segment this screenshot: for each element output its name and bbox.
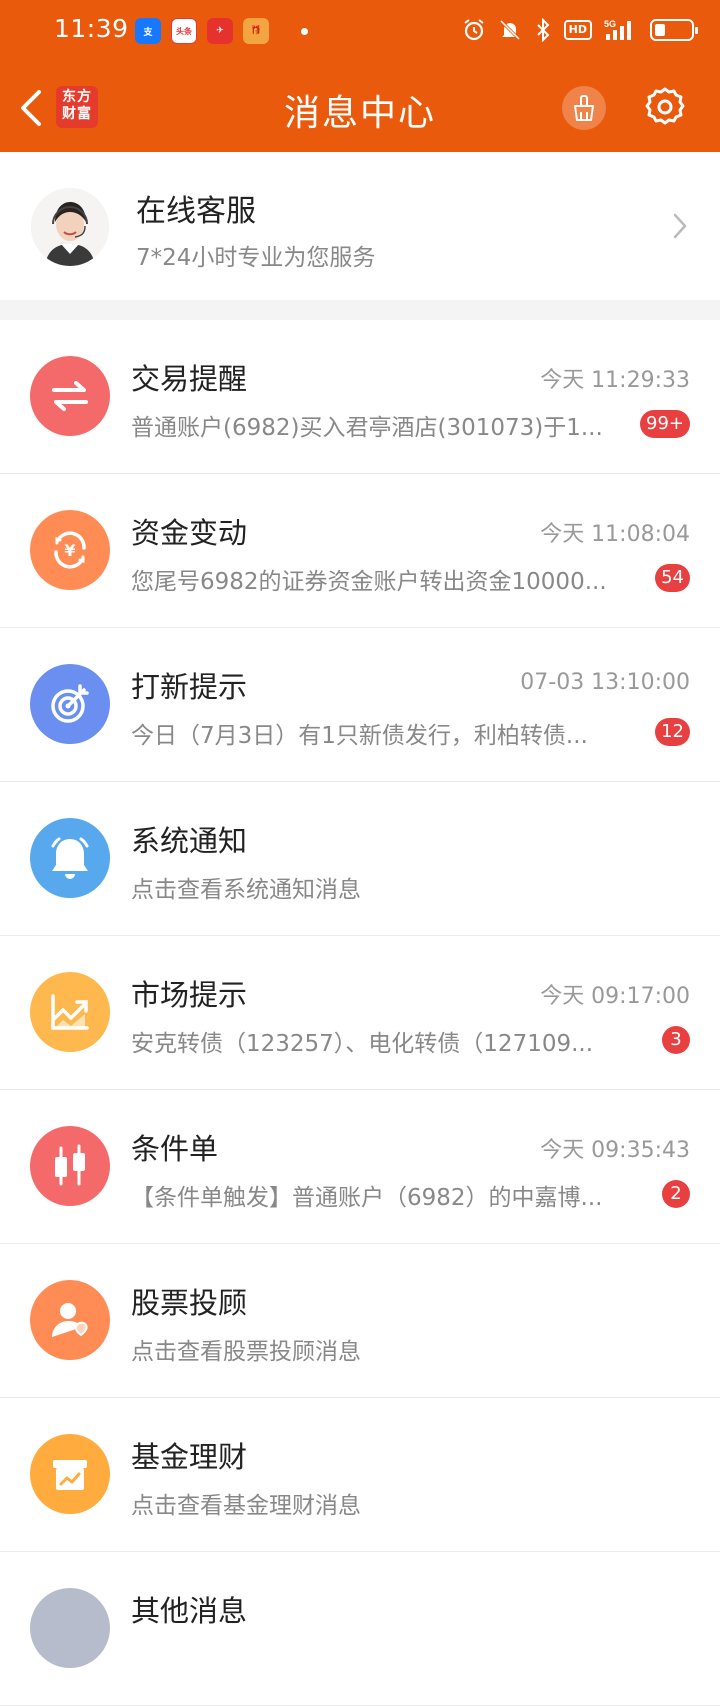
message-title: 股票投顾 [131, 1286, 248, 1320]
candlestick-icon [30, 1126, 110, 1206]
exchange-arrows-icon [30, 356, 110, 436]
signal-5g-icon: 5G [604, 19, 631, 40]
message-item-fund-finance[interactable]: 基金理财 点击查看基金理财消息 [0, 1398, 720, 1552]
customer-service-subtitle: 7*24小时专业为您服务 [136, 245, 376, 271]
message-preview: 安克转债（123257）、电化转债（127109... [131, 1031, 594, 1057]
other-icon [30, 1588, 110, 1668]
message-item-fund-change[interactable]: ¥ 资金变动 今天 11:08:04 您尾号6982的证券资金账户转出资金100… [0, 474, 720, 628]
settings-button[interactable] [642, 84, 688, 130]
message-preview: 您尾号6982的证券资金账户转出资金10000... [131, 569, 607, 595]
message-title: 其他消息 [131, 1594, 248, 1628]
message-time: 今天 11:08:04 [540, 522, 690, 547]
advisor-icon [30, 1280, 110, 1360]
status-bar: 11:39 支 头条 ✈ 🎁 HD 5G [0, 0, 720, 64]
unread-badge: 3 [662, 1026, 690, 1054]
chevron-right-icon [673, 213, 687, 239]
svg-text:5G: 5G [604, 19, 616, 29]
message-title: 打新提示 [131, 670, 248, 704]
page-title-wrap: 消息中心 [0, 84, 720, 136]
broom-icon [574, 95, 594, 121]
gear-icon [645, 87, 685, 125]
message-item-ipo-alert[interactable]: 打新提示 07-03 13:10:00 今日（7月3日）有1只新债发行，利柏转债… [0, 628, 720, 782]
message-item-market-alert[interactable]: 市场提示 今天 09:17:00 安克转债（123257）、电化转债（12710… [0, 936, 720, 1090]
notification-icons: 支 头条 ✈ 🎁 [135, 18, 308, 44]
battery-icon [650, 19, 698, 41]
customer-service-row[interactable]: 在线客服 7*24小时专业为您服务 [0, 152, 720, 300]
message-item-system-notice[interactable]: 系统通知 点击查看系统通知消息 [0, 782, 720, 936]
svg-text:¥: ¥ [64, 541, 75, 560]
status-time: 11:39 [54, 14, 129, 43]
message-preview: 【条件单触发】普通账户（6982）的中嘉博... [131, 1185, 603, 1211]
message-preview: 点击查看基金理财消息 [131, 1493, 361, 1519]
title-bar: 东方 财富 消息中心 [0, 64, 720, 152]
app-notification-icon: ✈ [207, 18, 233, 44]
message-title: 条件单 [131, 1132, 219, 1166]
unread-badge: 2 [662, 1180, 690, 1208]
message-preview: 普通账户(6982)买入君亭酒店(301073)于1... [131, 415, 603, 441]
message-time: 今天 09:35:43 [540, 1138, 690, 1163]
message-item-trade-alert[interactable]: 交易提醒 今天 11:29:33 普通账户(6982)买入君亭酒店(301073… [0, 320, 720, 474]
unread-badge: 99+ [640, 410, 690, 438]
message-title: 系统通知 [131, 824, 248, 858]
unread-badge: 54 [655, 564, 690, 592]
alipay-notification-icon: 支 [135, 18, 161, 44]
fund-box-icon [30, 1434, 110, 1514]
message-item-conditional-order[interactable]: 条件单 今天 09:35:43 【条件单触发】普通账户（6982）的中嘉博...… [0, 1090, 720, 1244]
customer-service-avatar [31, 188, 109, 266]
message-title: 资金变动 [131, 516, 248, 550]
message-title: 交易提醒 [131, 362, 248, 396]
message-preview: 点击查看股票投顾消息 [131, 1339, 361, 1365]
message-list: 交易提醒 今天 11:29:33 普通账户(6982)买入君亭酒店(301073… [0, 320, 720, 1706]
section-divider [0, 300, 720, 320]
customer-service-name: 在线客服 [136, 194, 256, 229]
message-time: 今天 11:29:33 [540, 368, 690, 393]
more-notifications-icon [301, 27, 308, 35]
toutiao-notification-icon: 头条 [171, 18, 197, 44]
yuan-refresh-icon: ¥ [30, 510, 110, 590]
message-title: 基金理财 [131, 1440, 248, 1474]
app-header: 11:39 支 头条 ✈ 🎁 HD 5G 东方 财富 消息中心 [0, 0, 720, 152]
alarm-icon [464, 19, 484, 41]
trend-chart-icon [30, 972, 110, 1052]
message-time: 今天 09:17:00 [540, 984, 690, 1009]
page-title: 消息中心 [283, 93, 436, 134]
message-preview: 点击查看系统通知消息 [131, 877, 361, 903]
clear-messages-button[interactable] [562, 86, 606, 130]
message-title: 市场提示 [131, 978, 248, 1012]
message-preview: 今日（7月3日）有1只新债发行，利柏转债... [131, 723, 588, 749]
mute-bell-icon [499, 19, 520, 41]
message-item-stock-advisor[interactable]: 股票投顾 点击查看股票投顾消息 [0, 1244, 720, 1398]
system-icons: HD 5G [462, 18, 698, 42]
message-item-other[interactable]: 其他消息 [0, 1552, 720, 1706]
hd-icon: HD [563, 20, 592, 40]
unread-badge: 12 [655, 718, 690, 746]
gift-notification-icon: 🎁 [243, 18, 269, 44]
message-time: 07-03 13:10:00 [520, 670, 690, 695]
target-icon [30, 664, 110, 744]
bell-icon [30, 818, 110, 898]
bluetooth-icon [536, 18, 550, 42]
